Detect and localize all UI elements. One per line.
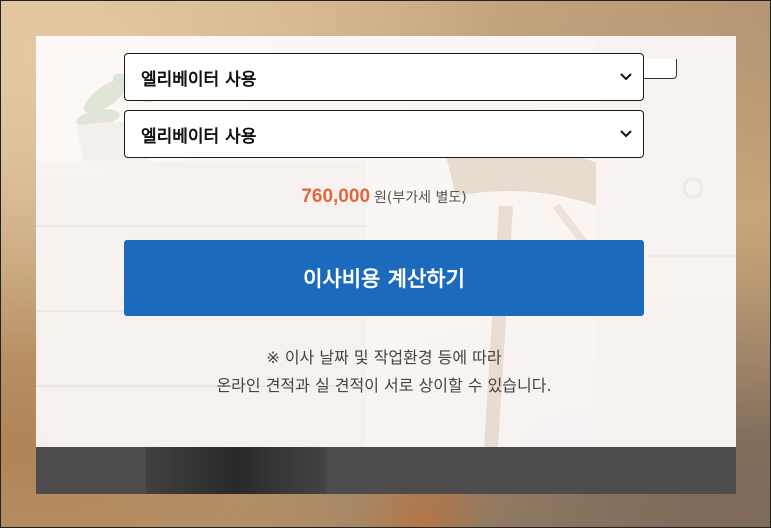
chevron-down-icon (619, 127, 633, 141)
elevator-select-2[interactable]: 엘리베이터 사용 (124, 110, 644, 158)
estimated-price: 760,000 원(부가세 별도) (124, 186, 644, 208)
notice-line-2: 온라인 견적과 실 견적이 서로 상이할 수 있습니다. (216, 376, 552, 395)
elevator-select-1[interactable]: 엘리베이터 사용 (124, 53, 644, 101)
notice-line-1: ※ 이사 날짜 및 작업환경 등에 따라 (266, 348, 502, 367)
elevator-select-2-value: 엘리베이터 사용 (141, 126, 257, 147)
screenshot-frame: 엘리베이터 사용 엘리베이터 사용 760,000 원(부가세 별도) 이사비용 … (0, 0, 771, 528)
calculate-button-label: 이사비용 계산하기 (303, 267, 465, 291)
calculate-moving-cost-button[interactable]: 이사비용 계산하기 (124, 240, 644, 316)
chevron-down-icon (619, 70, 633, 84)
elevator-select-1-value: 엘리베이터 사용 (141, 69, 257, 90)
footer-shadow (146, 447, 326, 494)
price-amount: 760,000 (301, 186, 371, 207)
price-unit-note: 원(부가세 별도) (374, 190, 467, 206)
footer-bar (36, 447, 736, 494)
estimate-notice: ※ 이사 날짜 및 작업환경 등에 따라 온라인 견적과 실 견적이 서로 상이… (124, 344, 644, 400)
